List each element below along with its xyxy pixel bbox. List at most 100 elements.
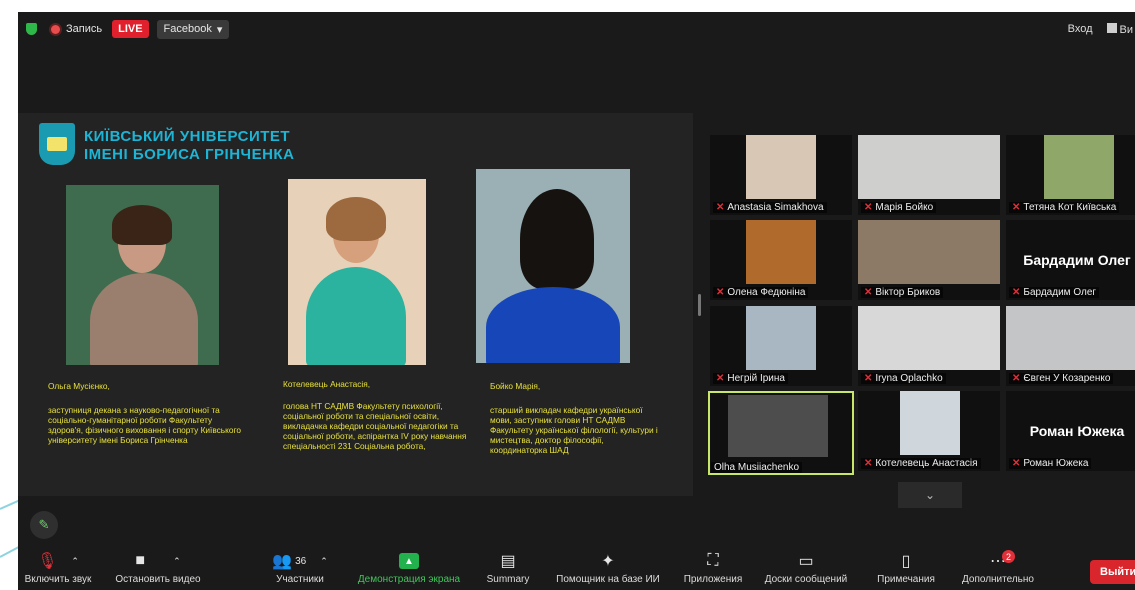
participant-video (728, 395, 828, 457)
share-screen-icon: ▲ (399, 553, 419, 569)
participant-name: Роман Южека (1023, 458, 1089, 469)
participant-name: Котелевець Анастасія (875, 458, 978, 469)
mic-muted-icon: 🎙 (37, 553, 58, 570)
participant-video (858, 306, 1000, 370)
more-button[interactable]: ⋯ 2 Дополнительно (952, 548, 1044, 585)
leave-button[interactable]: Выйти (1090, 560, 1135, 584)
notes-label: Примечания (877, 574, 935, 585)
notes-button[interactable]: ▯ Примечания (868, 548, 944, 585)
gallery-next-button[interactable]: ⌄ (898, 482, 962, 508)
participant-video (858, 220, 1000, 284)
person-caption: Бойко Марія, старший викладач кафедри ук… (490, 381, 658, 455)
person-name: Котелевець Анастасія, (283, 379, 371, 389)
participant-tile[interactable]: ✕ Тетяна Кот Київська (1006, 135, 1135, 215)
participant-tile[interactable]: Бардадим Олег ✕ Бардадим Олег (1006, 220, 1135, 300)
chevron-up-icon[interactable]: ⌃ (320, 556, 328, 567)
participants-button[interactable]: 👥 36 ⌃ Участники (250, 548, 350, 585)
participant-tile[interactable]: ✕ Anastasia Simakhova (710, 135, 852, 215)
chevron-down-icon: ▾ (216, 23, 223, 36)
person-name: Бойко Марія, (490, 381, 541, 391)
participant-video (900, 391, 960, 455)
mic-off-icon: ✕ (864, 373, 873, 384)
participant-tile[interactable]: ✕ Негрій Ірина (710, 306, 852, 386)
participant-tile[interactable]: ✕ Котелевець Анастасія (858, 391, 1000, 471)
record-icon (51, 24, 60, 34)
more-label: Дополнительно (962, 574, 1034, 585)
participant-tile[interactable]: ✕ Марія Бойко (858, 135, 1000, 215)
topbar-right: Вход Ви (1068, 12, 1135, 46)
person-hair (326, 197, 386, 241)
participant-name: Марія Бойко (875, 202, 934, 213)
participant-label: Olha Musiiachenko (711, 462, 803, 473)
participant-label: ✕ Роман Южека (1009, 458, 1092, 469)
participant-label: ✕ Євген У Козаренко (1009, 373, 1114, 384)
view-button[interactable]: Ви (1106, 22, 1133, 36)
participant-tile-active-speaker[interactable]: Olha Musiiachenko (708, 391, 854, 475)
person-hair (112, 205, 172, 245)
person-caption: Ольга Мусієнко, заступниця декана з наук… (48, 381, 248, 445)
participant-name: Євген У Козаренко (1023, 373, 1111, 384)
share-screen-label: Демонстрация экрана (357, 574, 461, 585)
annotate-pencil-button[interactable]: ✎ (30, 511, 58, 539)
video-label: Остановить видео (115, 574, 201, 585)
participant-tile[interactable]: ✕ Iryna Oplachko (858, 306, 1000, 386)
pencil-icon: ✎ (38, 517, 50, 532)
ai-companion-label: Помощник на базе ИИ (556, 574, 660, 585)
participant-label: ✕ Iryna Oplachko (861, 373, 946, 384)
person-hair (520, 189, 594, 289)
mute-button[interactable]: 🎙 ⌃ Включить звук (18, 548, 98, 585)
mic-off-icon: ✕ (1012, 373, 1021, 384)
participant-name: Віктор Бриков (875, 287, 941, 298)
person-name: Ольга Мусієнко, (48, 381, 110, 391)
participant-tile[interactable]: ✕ Олена Федюніна (710, 220, 852, 300)
summary-icon: ▤ (500, 553, 516, 570)
mic-off-icon: ✕ (1012, 202, 1021, 213)
share-screen-button[interactable]: ▲ Демонстрация экрана (350, 548, 468, 585)
person-role: заступниця декана з науково-педагогічної… (48, 405, 241, 445)
participant-tile[interactable]: ✕ Віктор Бриков (858, 220, 1000, 300)
university-logo (39, 123, 75, 165)
participant-video (858, 135, 1000, 199)
participant-tile[interactable]: ✕ Євген У Козаренко (1006, 306, 1135, 386)
participant-label: ✕ Олена Федюніна (713, 287, 809, 298)
person-body (306, 267, 406, 365)
shield-icon[interactable] (26, 23, 37, 35)
participant-label: ✕ Котелевець Анастасія (861, 458, 981, 469)
participant-name: Негрій Ірина (727, 373, 785, 384)
participant-label: ✕ Негрій Ірина (713, 373, 788, 384)
signin-link[interactable]: Вход (1068, 23, 1093, 35)
person-role: старший викладач кафедри української мов… (490, 405, 658, 455)
shared-slide: КИЇВСЬКИЙ УНІВЕРСИТЕТ ІМЕНІ БОРИСА ГРІНЧ… (18, 113, 693, 496)
participants-count: 36 (295, 555, 307, 567)
apps-button[interactable]: ⛶ Приложения (678, 548, 748, 585)
participants-label: Участники (276, 574, 324, 585)
summary-button[interactable]: ▤ Summary (478, 548, 538, 585)
mic-off-icon: ✕ (1012, 287, 1021, 298)
participant-label: ✕ Бардадим Олег (1009, 287, 1100, 298)
whiteboard-icon: ▭ (798, 553, 814, 570)
chevron-up-icon[interactable]: ⌃ (71, 556, 79, 567)
chevron-up-icon[interactable]: ⌃ (173, 556, 181, 567)
meeting-toolbar: 🎙 ⌃ Включить звук ■ ⌃ Остановить видео 👥 36… (18, 548, 1135, 590)
record-label: Запись (66, 23, 103, 35)
apps-icon: ⛶ (707, 552, 719, 569)
stream-target-dropdown[interactable]: Facebook ▾ (156, 19, 230, 39)
mic-off-icon: ✕ (716, 373, 725, 384)
view-label: Ви (1119, 23, 1133, 36)
video-camera-icon: ■ (135, 552, 146, 569)
video-button[interactable]: ■ ⌃ Остановить видео (108, 548, 208, 585)
notification-badge: 2 (1002, 550, 1015, 563)
sparkle-icon: ✦ (601, 553, 615, 570)
person-body (90, 273, 198, 365)
participant-display-name: Бардадим Олег (1023, 252, 1131, 268)
apps-label: Приложения (683, 574, 743, 585)
whiteboard-button[interactable]: ▭ Доски сообщений (756, 548, 856, 585)
summary-label: Summary (486, 574, 530, 585)
participant-name: Тетяна Кот Київська (1023, 202, 1117, 213)
person-photo (476, 169, 630, 363)
resize-handle[interactable] (698, 294, 701, 316)
ai-companion-button[interactable]: ✦ Помощник на базе ИИ (546, 548, 670, 585)
participant-tile[interactable]: Роман Южека ✕ Роман Южека (1006, 391, 1135, 471)
participant-label: ✕ Марія Бойко (861, 202, 937, 213)
whiteboard-label: Доски сообщений (764, 574, 848, 585)
